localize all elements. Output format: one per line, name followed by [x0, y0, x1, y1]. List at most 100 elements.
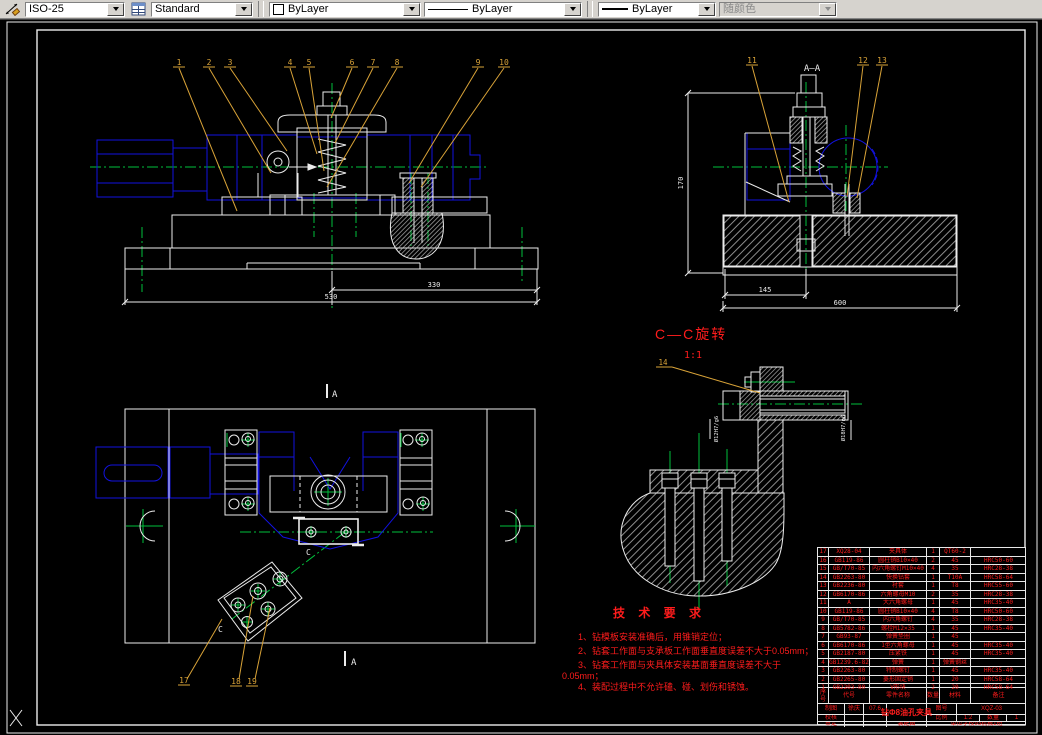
bom-cell: 大六角螺母: [869, 599, 926, 607]
dim-style-value: ISO-25: [29, 2, 64, 15]
bom-row: 10 GB119-86 圆柱销B10×40 4 T8 HRC50-60: [818, 606, 1026, 615]
bom-cell: HRC58-64: [970, 675, 1026, 683]
text-style-dropdown-arrow[interactable]: [235, 2, 252, 16]
bom-row: 17 XQ28-04 夹具体 1 QT60-2: [818, 548, 1026, 556]
drawn-label: 制图: [824, 705, 837, 712]
bom-cell: GB119-86: [828, 556, 869, 564]
balloon-4: 4: [288, 58, 293, 67]
bom-row: 8 GB5782-86 螺栓M12×35 1 45 HRC35-40: [818, 623, 1026, 632]
bom-row: 7 GB93-87 弹簧垫圈 1 45: [818, 632, 1026, 641]
bom-cell: 1: [926, 582, 939, 590]
plot-style-dropdown-arrow: [819, 2, 836, 16]
balloon-5: 5: [307, 58, 312, 67]
aa-white-parts: [722, 74, 958, 276]
approved-label: 审定: [818, 721, 844, 727]
cc-fit-right: Ø18H7/n6: [840, 415, 847, 442]
cad-application-window: ISO-25 Standard ByLayer ByLayer ByLayer …: [0, 0, 1042, 735]
balloon-7: 7: [371, 58, 376, 67]
balloon-11: 11: [747, 56, 757, 65]
bom-cell: 5: [821, 650, 825, 657]
bom-cell: HRC28-38: [970, 616, 1026, 624]
front-balloon-labels: 1 2 3 4 5 6 7 8 9 10: [177, 58, 509, 67]
bom-row: 4 GB1239.6-82 弹簧 1 弹簧钢丝: [818, 657, 1026, 666]
bom-cell: 弹簧: [869, 658, 926, 666]
bom-cell: 1: [926, 675, 939, 683]
bom-cell: 7: [821, 633, 825, 640]
bom-cell: 2: [926, 590, 939, 598]
bom-header-name: 零件名称: [869, 688, 926, 703]
cc-view-scale: 1:1: [684, 350, 702, 361]
bom-cell: [970, 633, 1026, 641]
tech-requirements-title: 技 术 要 求: [613, 606, 707, 620]
bom-cell: 12: [819, 590, 827, 598]
plan-section-mark-bottom: A: [351, 658, 357, 668]
qty-value: 1: [1006, 714, 1026, 721]
bom-cell: [970, 548, 1026, 556]
bom-cell: HRC58-64: [970, 573, 1026, 581]
bom-cell: GB2265-80: [828, 675, 869, 683]
lineweight-dropdown-arrow[interactable]: [698, 2, 715, 16]
bom-cell: HRC55-60: [970, 582, 1026, 590]
bom-cell: HRC35-40: [970, 650, 1026, 658]
plan-detail-mark-c2: C: [218, 625, 223, 634]
tech-req-line-2: 2、钻套工作面与支承板工作面垂直度误差不大于0.05mm；: [578, 646, 814, 656]
plan-leaders: [178, 595, 271, 687]
drawing-type: 装配图: [886, 721, 926, 727]
scale-value: 1:2: [956, 714, 979, 721]
dim-style-dropdown-arrow[interactable]: [107, 2, 124, 16]
bom-header-code: 代号: [828, 688, 869, 703]
bom-cell: GB/T70-85: [828, 565, 869, 573]
bom-cell: 4: [821, 658, 825, 666]
bom-cell: 圆柱销B10×40: [869, 607, 926, 615]
linetype-dropdown-arrow[interactable]: [564, 2, 581, 16]
drawing-no: XQZ-03: [956, 704, 1026, 714]
dim-style-icon[interactable]: [2, 1, 22, 17]
bom-cell: 1: [926, 667, 939, 675]
front-leaders: [173, 66, 510, 212]
object-properties-toolbar: ISO-25 Standard ByLayer ByLayer ByLayer …: [0, 0, 1042, 19]
section-aa-view: A—A 11 12 13 170 145 600: [677, 56, 961, 312]
balloon-19: 19: [247, 677, 257, 686]
color-dropdown-arrow[interactable]: [403, 2, 420, 16]
bom-cell: HRC35-40: [970, 667, 1026, 675]
bom-cell: HRC35-40: [970, 599, 1026, 607]
bom-cell: 1: [926, 573, 939, 581]
bom-cell: 4: [926, 565, 939, 573]
dim-style-combo[interactable]: ISO-25: [25, 1, 125, 17]
bom-cell: 夹具体: [869, 548, 926, 556]
lineweight-control-combo[interactable]: ByLayer: [598, 1, 716, 17]
color-control-combo[interactable]: ByLayer: [269, 1, 421, 17]
title-block: 制图 徐庆 07.6 钻Φ8油孔夹具 图号 XQZ-03 校核 比例 1:2 数…: [818, 703, 1026, 727]
linetype-control-combo[interactable]: ByLayer: [424, 1, 582, 17]
tech-req-line-3: 3、钻套工作面与夹具体安装基面垂直度误差不大于: [578, 660, 782, 670]
cc-leader: [656, 366, 761, 394]
balloon-10: 10: [499, 58, 509, 67]
bom-cell: 圆柱销B10×40: [869, 556, 926, 564]
bom-row: 12 GB6170-86 六角螺母M10 2 35 HRC28-38: [818, 589, 1026, 598]
lineweight-value: ByLayer: [632, 2, 673, 15]
bom-cell: 45: [939, 650, 970, 658]
bom-cell: 内六角螺钉M10×40: [869, 565, 926, 573]
text-style-combo[interactable]: Standard: [151, 1, 253, 17]
bom-cell: HRC35-40: [970, 624, 1026, 632]
bom-cell: 45: [939, 556, 970, 564]
text-style-icon[interactable]: [128, 1, 148, 17]
balloon-6: 6: [350, 58, 355, 67]
lineweight-sample-icon: [602, 8, 628, 10]
bom-cell: GB6170-86: [828, 590, 869, 598]
bom-row: 16 GB119-86 圆柱销B10×40 2 45 HRC50-60: [818, 555, 1026, 564]
bom-cell: 11: [819, 599, 827, 606]
bom-cell: 六角螺母M10: [869, 590, 926, 598]
bom-header-qty: 数量: [926, 688, 939, 703]
plot-style-combo: 随颜色: [719, 1, 837, 17]
text-style-value: Standard: [155, 2, 200, 15]
bom-cell: [970, 658, 1026, 666]
bom-cell: QT60-2: [939, 548, 970, 556]
bom-cell: 2: [821, 675, 825, 683]
bom-cell: GB2187-80: [828, 650, 869, 658]
bom-cell: HRC28-38: [970, 565, 1026, 573]
drawing-canvas[interactable]: 1 2 3 4 5 6 7 8 9 10 330 530 A—A 11 12 1…: [0, 21, 1042, 735]
bom-cell: 1: [926, 548, 939, 556]
drawn-by: 徐庆: [844, 704, 863, 714]
color-swatch: [273, 3, 284, 15]
